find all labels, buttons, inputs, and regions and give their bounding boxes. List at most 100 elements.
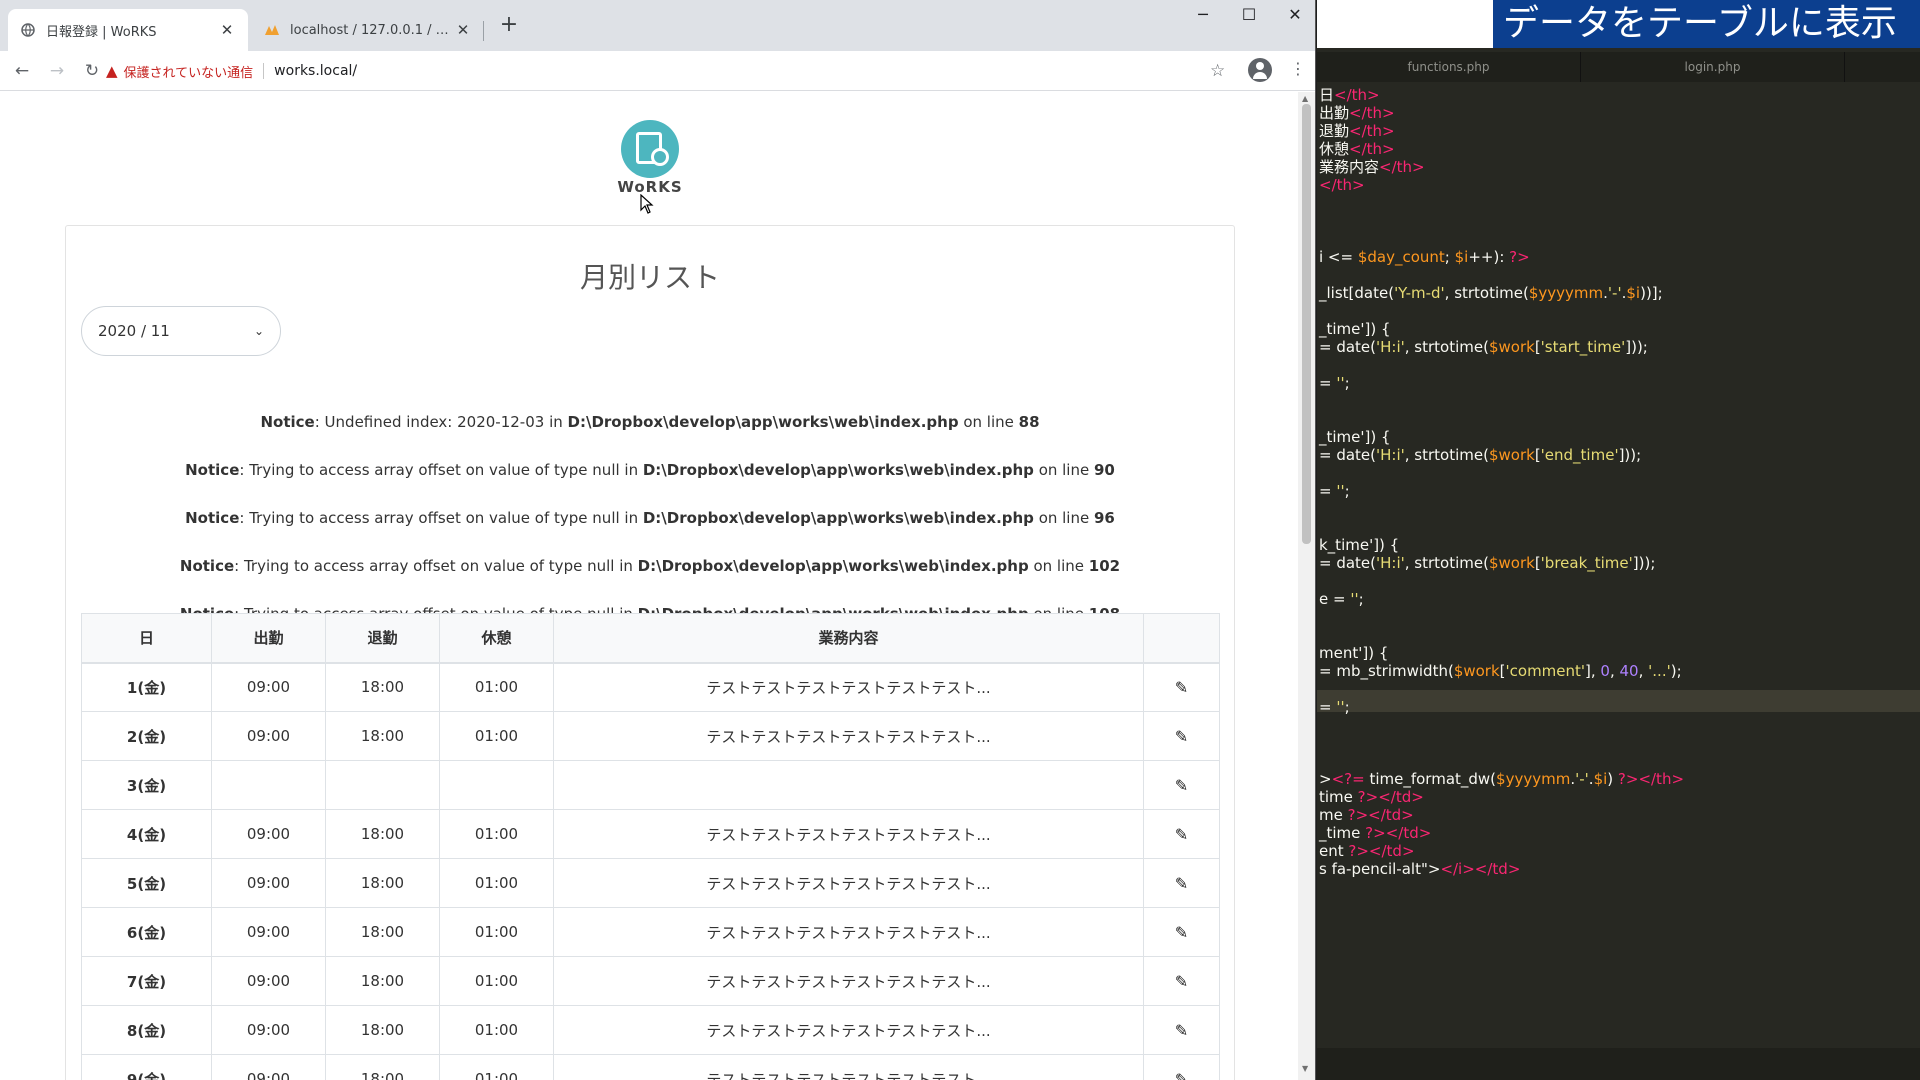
edit-button[interactable]: ✎ [1143, 711, 1220, 761]
pencil-icon[interactable]: ✎ [1175, 776, 1188, 795]
edit-button[interactable]: ✎ [1143, 662, 1220, 712]
cell-break: 01:00 [439, 907, 554, 957]
file-tab-functions[interactable]: functions.php [1317, 52, 1581, 82]
cell-start: 09:00 [211, 907, 326, 957]
cell-day: 1(金) [81, 662, 212, 712]
close-icon[interactable]: ✕ [218, 21, 236, 39]
notice-label: Notice [179, 557, 235, 575]
cell-day: 2(金) [81, 711, 212, 761]
cell-comment [553, 760, 1144, 810]
notice-online: on line [1028, 557, 1089, 575]
code-line: _list[date('Y-m-d', strtotime($yyyymm.'-… [1319, 284, 1663, 302]
notice-path: D:\Dropbox\develop\app\works\web\index.p… [642, 461, 1034, 479]
cell-day: 8(金) [81, 1005, 212, 1055]
page-title: 月別リスト [579, 261, 720, 294]
code-line: = ''; [1319, 482, 1350, 500]
page-viewport: WoRKS 月別リスト 2020 / 11 ⌄ Notice : Undefine… [0, 92, 1298, 1080]
edit-button[interactable]: ✎ [1143, 809, 1220, 859]
scroll-down-icon[interactable]: ▼ [1302, 1064, 1308, 1073]
notice-label: Notice [185, 461, 240, 479]
globe-icon [20, 22, 36, 38]
notice-online: on line [958, 413, 1019, 431]
cell-break: 01:00 [439, 662, 554, 712]
pencil-icon[interactable]: ✎ [1175, 825, 1188, 844]
code-line: s fa-pencil-alt"></i></td> [1319, 860, 1521, 878]
editor-status-bar [1317, 1048, 1920, 1080]
pencil-icon[interactable]: ✎ [1175, 727, 1188, 746]
cell-start: 09:00 [211, 809, 326, 859]
notice-online: on line [1033, 461, 1094, 479]
cell-end: 18:00 [325, 1005, 440, 1055]
notice-online: on line [1033, 509, 1094, 527]
code-line: = date('H:i', strtotime($work['end_time'… [1319, 446, 1642, 464]
video-caption: データをテーブルに表示 [1493, 0, 1920, 48]
monthly-list-card: 月別リスト 2020 / 11 ⌄ Notice : Undefined inde… [65, 225, 1235, 1080]
new-tab-button[interactable]: + [496, 12, 522, 38]
notice-line: 88 [1018, 413, 1040, 431]
pencil-icon[interactable]: ✎ [1175, 1070, 1188, 1080]
caption-spacer [1317, 0, 1493, 48]
address-bar[interactable]: ▲ 保護されていない通信 works.local/ [106, 56, 1236, 86]
menu-kebab-icon[interactable]: ⋮ [1290, 59, 1306, 78]
forward-button[interactable]: → [44, 58, 70, 84]
pencil-icon[interactable]: ✎ [1175, 874, 1188, 893]
edit-button[interactable]: ✎ [1143, 1005, 1220, 1055]
code-line: </th> [1319, 176, 1365, 194]
edit-button[interactable]: ✎ [1143, 907, 1220, 957]
month-select[interactable]: 2020 / 11 ⌄ [81, 306, 281, 356]
tab-works[interactable]: 日報登録 | WoRKS ✕ [8, 9, 248, 51]
scrollbar-thumb[interactable] [1302, 104, 1311, 544]
code-line: = mb_strimwidth($work['comment'], 0, 40,… [1319, 662, 1682, 680]
edit-button[interactable]: ✎ [1143, 956, 1220, 1006]
bookmark-star-icon[interactable]: ☆ [1210, 61, 1225, 81]
notice-line: 102 [1088, 557, 1121, 575]
pencil-icon[interactable]: ✎ [1175, 972, 1188, 991]
cell-day: 6(金) [81, 907, 212, 957]
cell-comment: テストテストテストテストテストテスト... [553, 907, 1144, 957]
close-icon[interactable]: ✕ [454, 21, 472, 39]
table-row: 6(金) 09:00 18:00 01:00 テストテストテストテストテストテス… [81, 907, 1220, 957]
scroll-up-icon[interactable]: ▲ [1302, 94, 1308, 103]
notice-path: D:\Dropbox\develop\app\works\web\index.p… [637, 557, 1029, 575]
table-row: 4(金) 09:00 18:00 01:00 テストテストテストテストテストテス… [81, 809, 1220, 859]
notice-message: : Undefined index: 2020-12-03 in [314, 413, 568, 431]
notice-path: D:\Dropbox\develop\app\works\web\index.p… [567, 413, 959, 431]
clock-icon [651, 148, 669, 166]
works-logo[interactable]: WoRKS [611, 120, 689, 200]
table-row: 8(金) 09:00 18:00 01:00 テストテストテストテストテストテス… [81, 1005, 1220, 1055]
window-close-button[interactable]: ✕ [1272, 0, 1318, 30]
code-line: i <= $day_count; $i++): ?> [1319, 248, 1530, 266]
file-tab-login[interactable]: login.php [1581, 52, 1845, 82]
editor-file-tabs: functions.php login.php [1317, 52, 1920, 82]
cell-end: 18:00 [325, 711, 440, 761]
pencil-icon[interactable]: ✎ [1175, 678, 1188, 697]
pencil-icon[interactable]: ✎ [1175, 923, 1188, 942]
minimize-button[interactable]: ─ [1180, 0, 1226, 30]
cell-comment: テストテストテストテストテストテスト... [553, 809, 1144, 859]
reload-button[interactable]: ↻ [79, 58, 105, 84]
page-scrollbar[interactable]: ▲ ▼ [1298, 92, 1315, 1080]
current-line-highlight [1317, 690, 1920, 712]
chevron-down-icon: ⌄ [253, 324, 264, 338]
cell-start: 09:00 [211, 711, 326, 761]
cell-start: 09:00 [211, 1005, 326, 1055]
cell-end [325, 760, 440, 810]
cell-day: 4(金) [81, 809, 212, 859]
back-button[interactable]: ← [9, 58, 35, 84]
cell-start: 09:00 [211, 1054, 326, 1080]
edit-button[interactable]: ✎ [1143, 858, 1220, 908]
cell-break: 01:00 [439, 1054, 554, 1080]
pencil-icon[interactable]: ✎ [1175, 1021, 1188, 1040]
profile-avatar-icon[interactable] [1248, 58, 1272, 82]
warning-icon: ▲ [106, 62, 118, 80]
tab-strip: 日報登録 | WoRKS ✕ localhost / 127.0.0.1 / w… [0, 0, 1315, 51]
maximize-button[interactable]: ☐ [1226, 0, 1272, 30]
cell-day: 9(金) [81, 1054, 212, 1080]
cell-comment: テストテストテストテストテストテスト... [553, 956, 1144, 1006]
edit-button[interactable]: ✎ [1143, 760, 1220, 810]
column-header-break: 休憩 [439, 613, 554, 664]
url-text: works.local/ [274, 63, 358, 79]
cell-start: 09:00 [211, 956, 326, 1006]
tab-phpmyadmin[interactable]: localhost / 127.0.0.1 / works / wo ✕ [252, 9, 484, 51]
edit-button[interactable]: ✎ [1143, 1054, 1220, 1080]
